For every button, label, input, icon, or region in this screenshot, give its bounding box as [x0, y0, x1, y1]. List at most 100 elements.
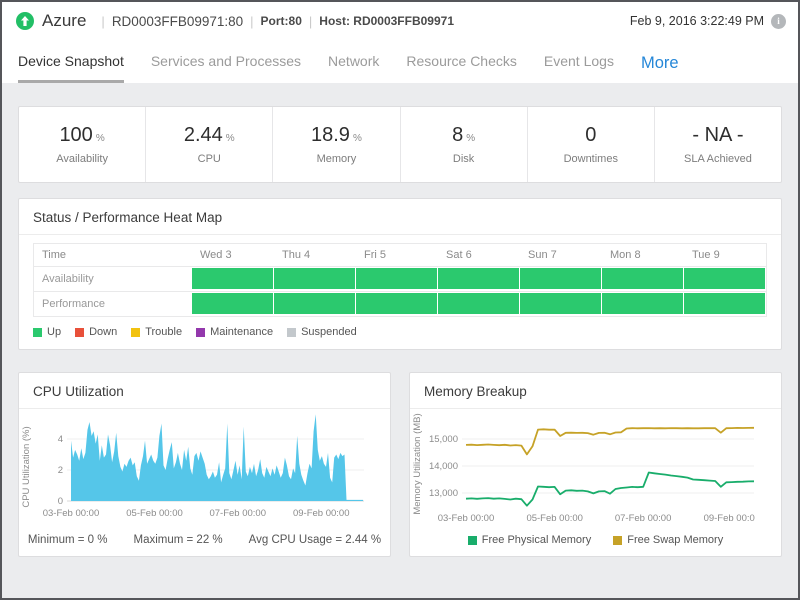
svg-text:05-Feb 00:00: 05-Feb 00:00	[526, 513, 583, 524]
stat-cpu: 2.44%CPU	[146, 107, 273, 182]
cpu-utilization-chart: 024CPU Utilization (%)03-Feb 00:0005-Feb…	[19, 409, 364, 527]
heatmap-col-fri-5: Fri 5	[356, 244, 438, 266]
separator: |	[101, 14, 104, 29]
main-content: 100%Availability2.44%CPU18.9%Memory8%Dis…	[2, 106, 798, 557]
stat-sla-achieved: - NA - SLA Achieved	[655, 107, 781, 182]
legend-label: Free Swap Memory	[627, 534, 723, 546]
cpu-chart-title: CPU Utilization	[19, 373, 390, 408]
monitor-up-status-icon	[16, 12, 34, 30]
status-block	[274, 293, 355, 314]
legend-item-maintenance: Maintenance	[196, 326, 273, 338]
heatmap-cell-up[interactable]	[684, 291, 766, 316]
stat-value: - NA -	[692, 124, 743, 147]
tab-bar: Device Snapshot Services and Processes Net…	[2, 40, 798, 83]
legend-label: Down	[89, 326, 117, 338]
tab-network[interactable]: Network	[328, 40, 379, 83]
tab-device-snapshot[interactable]: Device Snapshot	[18, 40, 124, 83]
stat-unit: %	[466, 133, 475, 144]
app-header: Azure | RD0003FFB09971:80 | Port:80 | Ho…	[2, 2, 798, 40]
stat-label: Availability	[56, 153, 108, 165]
screen: Azure | RD0003FFB09971:80 | Port:80 | Ho…	[0, 0, 800, 600]
heatmap-cell-up[interactable]	[356, 266, 438, 291]
up-arrow-icon	[20, 16, 30, 26]
separator: |	[309, 14, 312, 29]
heatmap-col-wed-3: Wed 3	[192, 244, 274, 266]
heatmap-cell-up[interactable]	[520, 291, 602, 316]
svg-text:Memory Utilization (MB): Memory Utilization (MB)	[412, 413, 423, 514]
heatmap-cell-up[interactable]	[274, 291, 356, 316]
svg-text:09-Feb 00:00: 09-Feb 00:00	[293, 508, 350, 519]
heatmap-cell-up[interactable]	[356, 291, 438, 316]
heatmap-legend: UpDownTroubleMaintenanceSuspended	[19, 317, 781, 349]
status-block	[192, 293, 273, 314]
svg-text:03-Feb 00:00: 03-Feb 00:00	[438, 513, 495, 524]
separator: |	[250, 14, 253, 29]
svg-text:05-Feb 00:00: 05-Feb 00:00	[126, 508, 183, 519]
heatmap-cell-up[interactable]	[684, 266, 766, 291]
status-block	[192, 268, 273, 289]
svg-text:07-Feb 00:00: 07-Feb 00:00	[615, 513, 672, 524]
stat-disk: 8%Disk	[401, 107, 528, 182]
stat-downtimes: 0 Downtimes	[528, 107, 655, 182]
status-block	[274, 268, 355, 289]
heatmap-cell-up[interactable]	[438, 266, 520, 291]
heatmap-card: Status / Performance Heat Map TimeWed 3T…	[18, 198, 782, 350]
heatmap-cell-up[interactable]	[192, 266, 274, 291]
heatmap-cell-up[interactable]	[602, 291, 684, 316]
heatmap-title: Status / Performance Heat Map	[19, 199, 781, 234]
stats-card: 100%Availability2.44%CPU18.9%Memory8%Dis…	[18, 106, 782, 183]
app-name: Azure	[42, 11, 86, 31]
divider	[19, 234, 781, 235]
legend-swatch	[131, 328, 140, 337]
memory-chart-title: Memory Breakup	[410, 373, 781, 408]
memory-legend-free-swap-memory: Free Swap Memory	[613, 534, 723, 546]
heatmap-cell-up[interactable]	[438, 291, 520, 316]
stat-label: SLA Achieved	[684, 153, 752, 165]
legend-label: Up	[47, 326, 61, 338]
tab-more[interactable]: More	[641, 50, 679, 73]
heatmap-cell-up[interactable]	[274, 266, 356, 291]
stat-label: Downtimes	[564, 153, 618, 165]
header-datetime: Feb 9, 2016 3:22:49 PM	[630, 14, 764, 28]
heatmap-col-sat-6: Sat 6	[438, 244, 520, 266]
legend-swatch	[196, 328, 205, 337]
cpu-note: Minimum = 0 %	[28, 534, 108, 546]
info-icon[interactable]: i	[771, 14, 786, 29]
heatmap-col-thu-4: Thu 4	[274, 244, 356, 266]
cpu-chart-notes: Minimum = 0 %Maximum = 22 %Avg CPU Usage…	[19, 534, 390, 546]
memory-legend-free-physical-memory: Free Physical Memory	[468, 534, 591, 546]
svg-text:13,000: 13,000	[429, 488, 458, 499]
status-block	[356, 268, 437, 289]
cpu-utilization-card: CPU Utilization 024CPU Utilization (%)03…	[18, 372, 391, 557]
status-block	[438, 268, 519, 289]
svg-text:2: 2	[58, 465, 63, 476]
tab-services-and-processes[interactable]: Services and Processes	[151, 40, 301, 83]
monitor-name: RD0003FFB09971:80	[112, 14, 243, 29]
stat-unit: %	[96, 133, 105, 144]
legend-item-trouble: Trouble	[131, 326, 182, 338]
heatmap-cell-up[interactable]	[192, 291, 274, 316]
heatmap-cell-up[interactable]	[602, 266, 684, 291]
heatmap-cell-up[interactable]	[520, 266, 602, 291]
heatmap-row-label-performance: Performance	[34, 291, 192, 316]
stat-unit: %	[353, 133, 362, 144]
status-block	[438, 293, 519, 314]
legend-swatch	[33, 328, 42, 337]
cpu-note: Maximum = 22 %	[133, 534, 222, 546]
stat-value: 0	[585, 124, 596, 147]
tab-event-logs[interactable]: Event Logs	[544, 40, 614, 83]
heatmap-col-time: Time	[34, 244, 192, 266]
memory-chart-legend: Free Physical Memory Free Swap Memory	[410, 534, 781, 546]
stat-value-row: 8%	[452, 124, 475, 147]
status-block	[520, 293, 601, 314]
legend-label: Free Physical Memory	[482, 534, 591, 546]
status-block	[602, 268, 683, 289]
legend-label: Maintenance	[210, 326, 273, 338]
stat-value: 2.44	[184, 124, 223, 147]
svg-text:14,000: 14,000	[429, 461, 458, 472]
heatmap-row-label-availability: Availability	[34, 266, 192, 291]
port-label: Port:80	[261, 14, 302, 28]
memory-breakup-chart: 13,00014,00015,000Memory Utilization (MB…	[410, 409, 755, 527]
stat-value-row: - NA -	[692, 124, 743, 147]
tab-resource-checks[interactable]: Resource Checks	[406, 40, 517, 83]
